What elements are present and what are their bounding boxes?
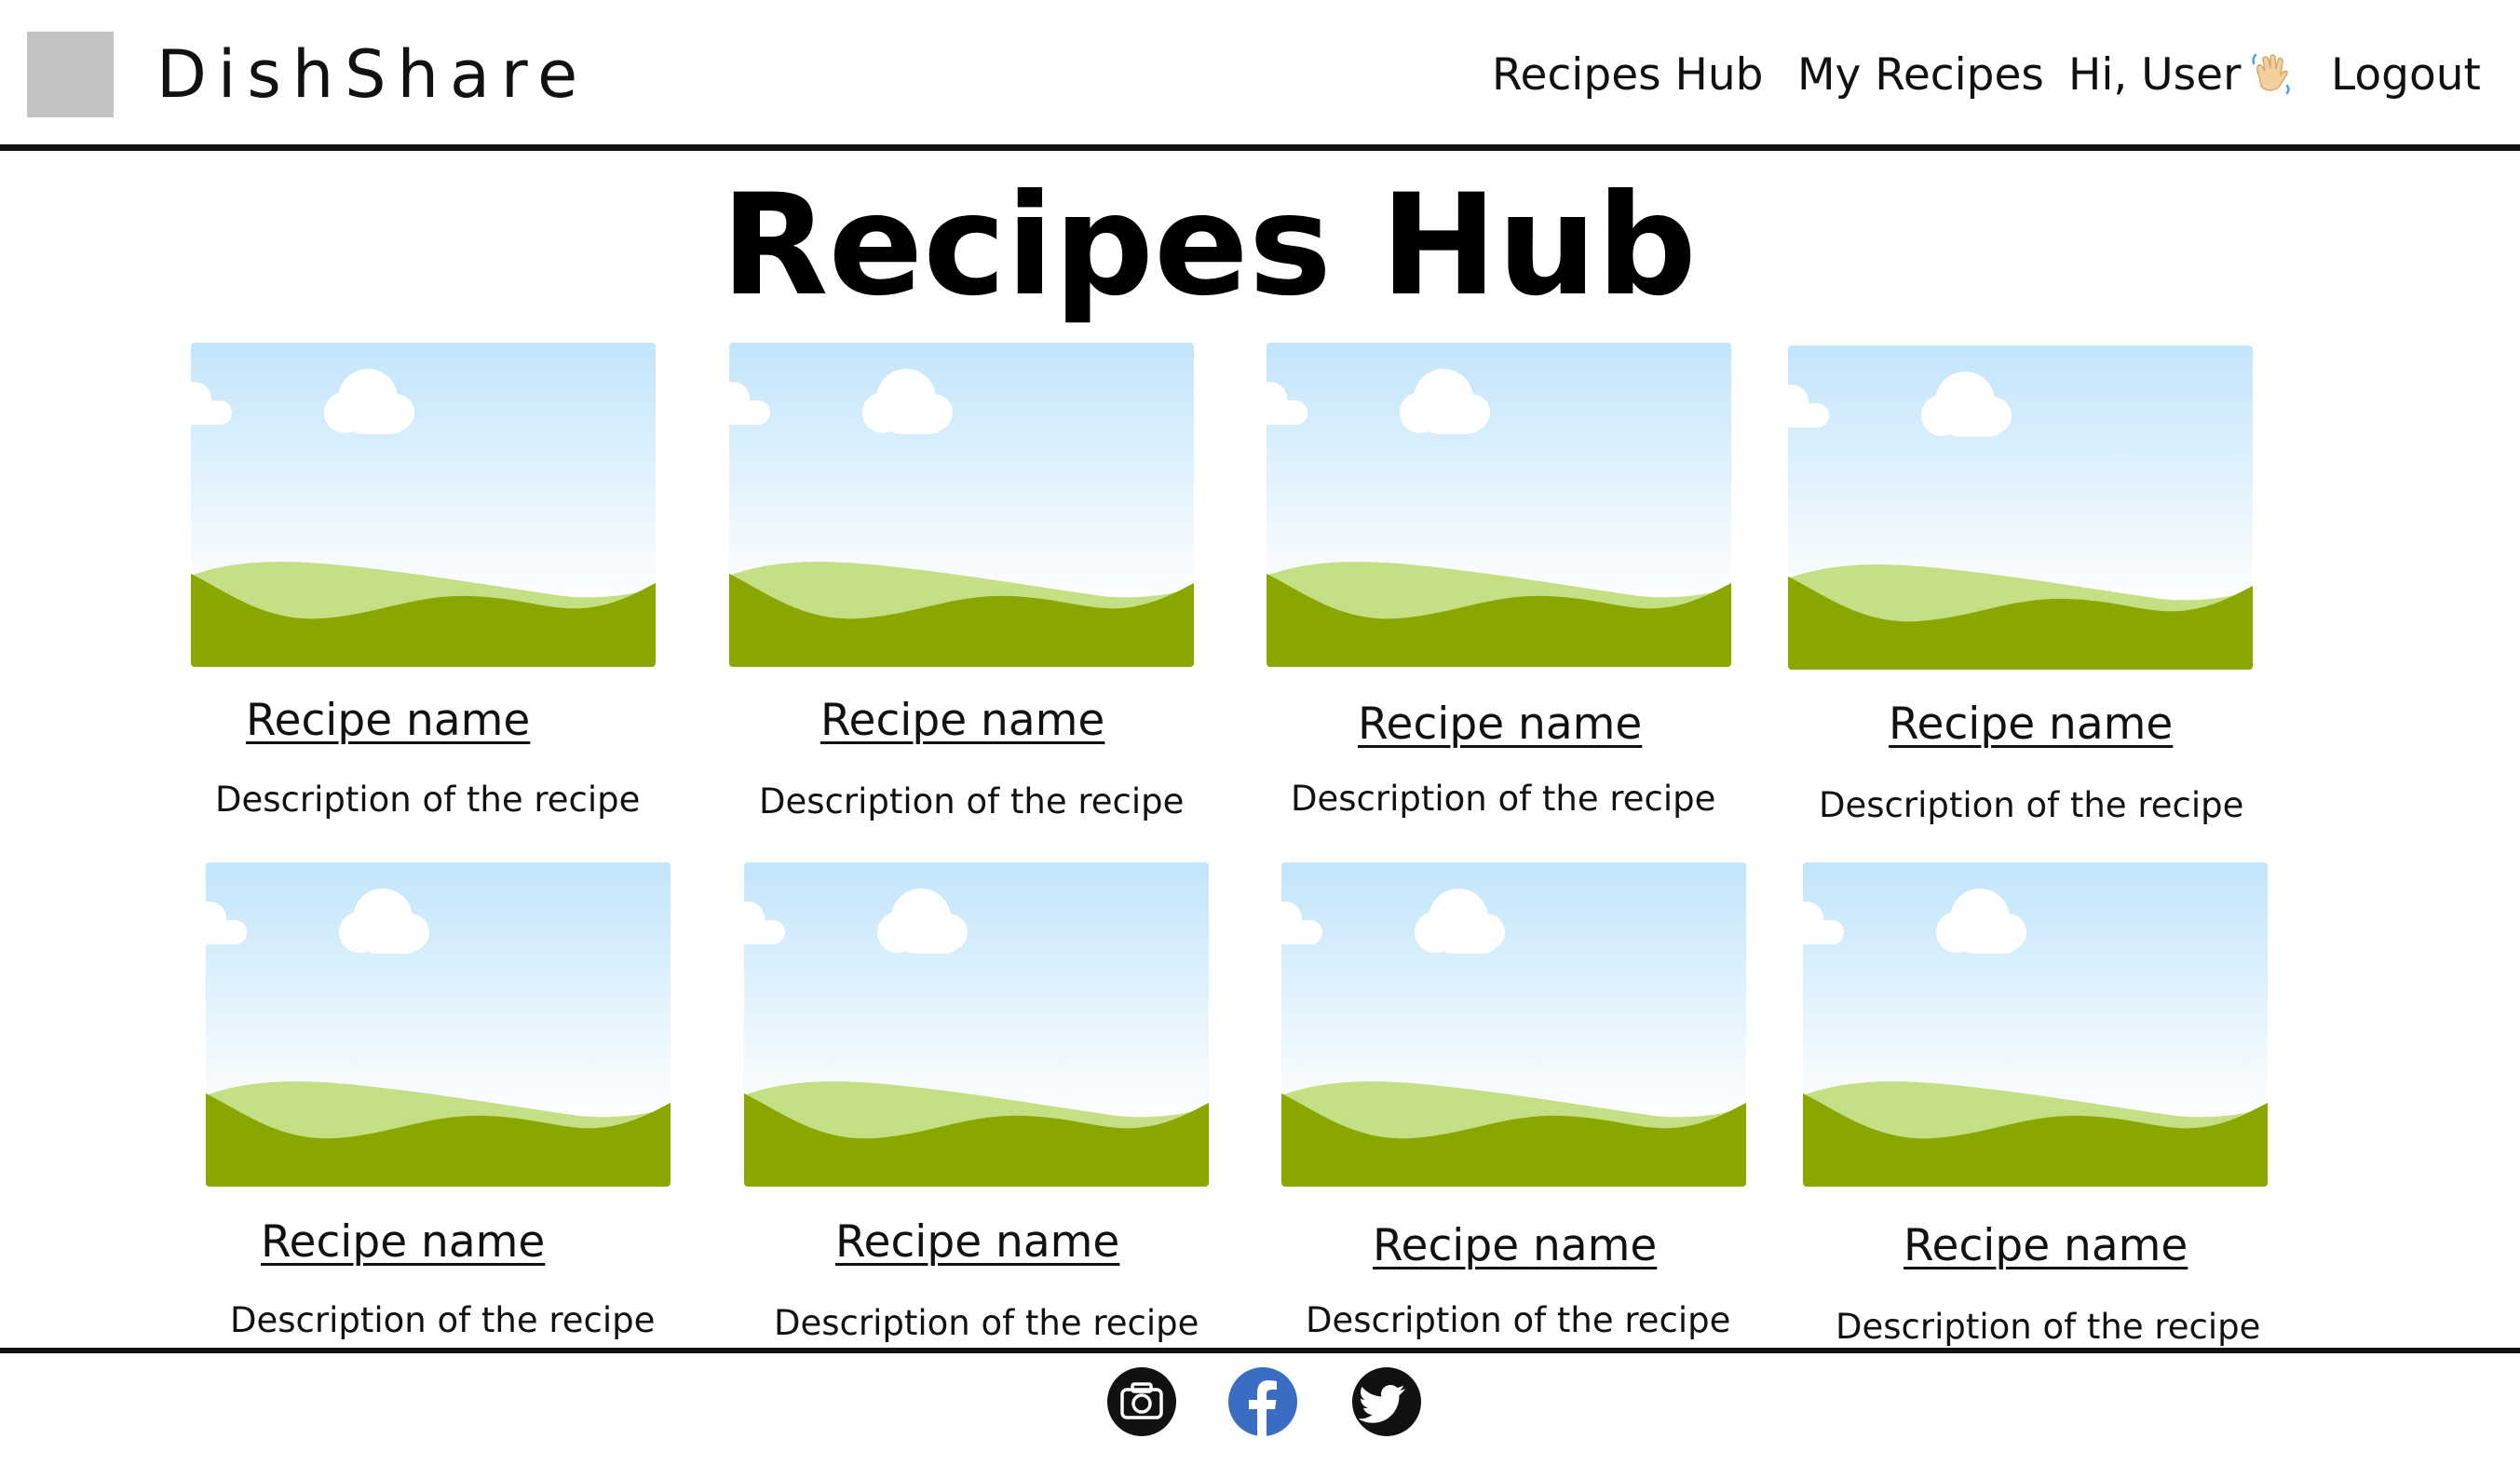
twitter-icon[interactable] (1351, 1366, 1422, 1437)
waving-hand-icon (2248, 48, 2293, 95)
logout-link[interactable]: Logout (2331, 43, 2481, 108)
recipe-description: Description of the recipe (1306, 1300, 1731, 1340)
greeting-text: Hi, User (2068, 49, 2242, 101)
recipe-name-link[interactable]: Recipe name (246, 693, 530, 749)
nav-my-recipes-link[interactable]: My Recipes (1797, 43, 2044, 108)
recipe-image[interactable] (1281, 862, 1746, 1187)
camera-icon[interactable] (1106, 1366, 1177, 1437)
recipe-description: Description of the recipe (759, 781, 1185, 821)
nav-recipes-hub-link[interactable]: Recipes Hub (1492, 43, 1764, 108)
recipe-name-link[interactable]: Recipe name (820, 693, 1104, 749)
header: DishShare Recipes Hub My Recipes Hi, Use… (0, 0, 2520, 143)
recipe-name-link[interactable]: Recipe name (1904, 1218, 2188, 1274)
recipe-description: Description of the recipe (1819, 785, 2244, 825)
recipe-name-link[interactable]: Recipe name (835, 1215, 1119, 1270)
recipe-image[interactable] (191, 343, 656, 667)
recipe-description: Description of the recipe (230, 1300, 656, 1340)
recipe-name-link[interactable]: Recipe name (1889, 697, 2173, 753)
recipe-image[interactable] (1803, 862, 2268, 1187)
recipe-description: Description of the recipe (1836, 1307, 2261, 1347)
brand-name[interactable]: DishShare (156, 26, 589, 123)
recipe-image[interactable] (744, 862, 1209, 1187)
recipe-name-link[interactable]: Recipe name (1373, 1218, 1657, 1274)
recipe-image[interactable] (1788, 346, 2253, 670)
recipe-description: Description of the recipe (774, 1303, 1199, 1343)
footer-divider (0, 1348, 2520, 1353)
recipe-image[interactable] (206, 862, 671, 1187)
recipe-image[interactable] (1267, 343, 1731, 667)
page-title: Recipes Hub (721, 165, 1697, 327)
page: DishShare Recipes Hub My Recipes Hi, Use… (0, 0, 2520, 1466)
user-greeting: Hi, User (2068, 43, 2293, 108)
facebook-icon[interactable] (1227, 1366, 1298, 1437)
logo-placeholder[interactable] (27, 32, 114, 117)
header-divider (0, 144, 2520, 151)
recipe-description: Description of the recipe (1291, 779, 1716, 819)
recipe-name-link[interactable]: Recipe name (261, 1215, 545, 1270)
recipe-description: Description of the recipe (215, 780, 641, 820)
recipe-image[interactable] (729, 343, 1194, 667)
recipe-name-link[interactable]: Recipe name (1358, 697, 1642, 753)
